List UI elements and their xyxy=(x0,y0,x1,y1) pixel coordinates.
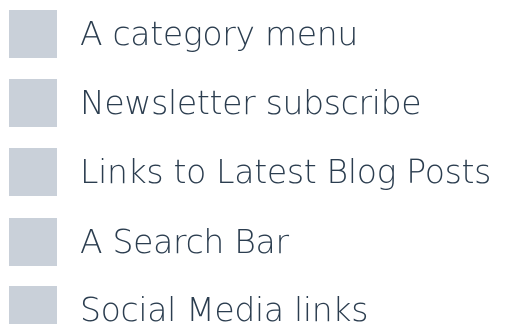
checkbox-square[interactable] xyxy=(9,148,57,196)
list-item-label: Newsletter subscribe xyxy=(80,83,422,122)
list-item-label: A category menu xyxy=(80,14,359,53)
list-item-label: Social Media links xyxy=(80,290,369,324)
list-item: Newsletter subscribe xyxy=(0,79,521,127)
list-item: Social Media links xyxy=(0,286,521,324)
list-item-label: A Search Bar xyxy=(80,222,289,261)
checkbox-square[interactable] xyxy=(9,218,57,266)
checkbox-square[interactable] xyxy=(9,286,57,324)
checkbox-square[interactable] xyxy=(9,10,57,58)
list-item-label: Links to Latest Blog Posts xyxy=(80,152,492,191)
feature-list: A category menu Newsletter subscribe Lin… xyxy=(0,0,521,324)
list-item: Links to Latest Blog Posts xyxy=(0,148,521,196)
checkbox-square[interactable] xyxy=(9,79,57,127)
list-item: A Search Bar xyxy=(0,218,521,266)
list-item: A category menu xyxy=(0,10,521,58)
